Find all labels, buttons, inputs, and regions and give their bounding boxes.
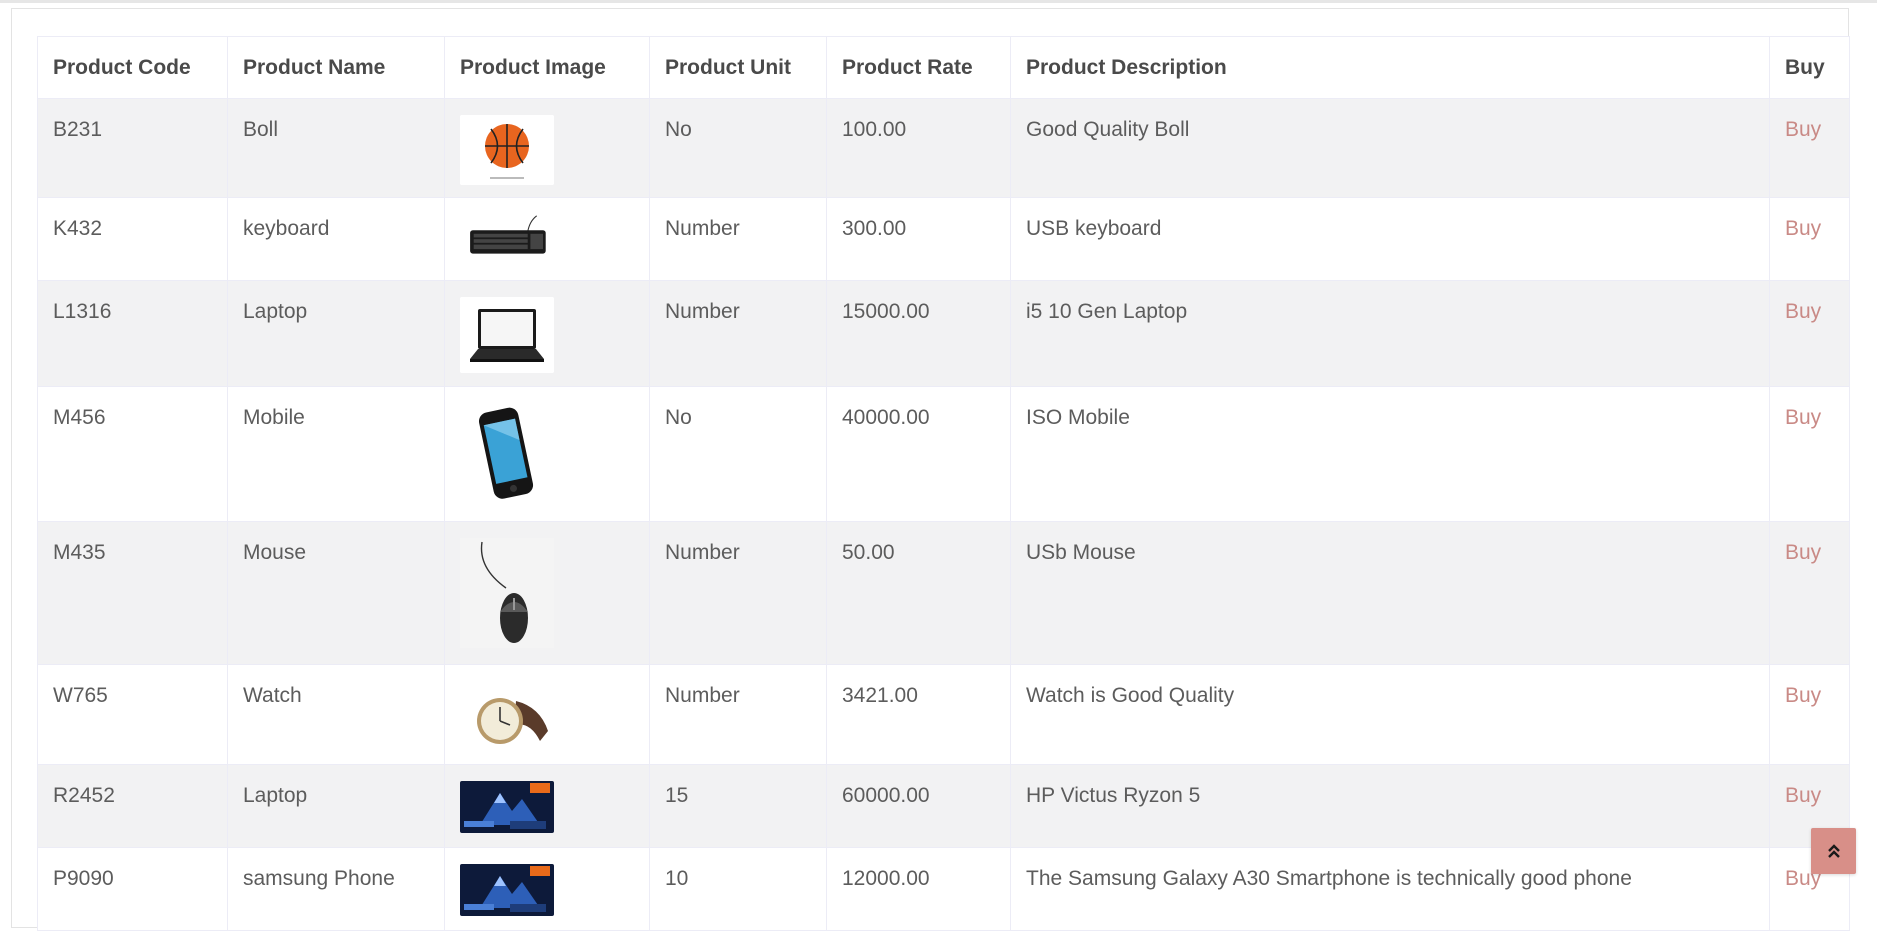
- buy-link[interactable]: Buy: [1785, 784, 1821, 807]
- basketball-image: [460, 115, 554, 185]
- cell-product-name: Laptop: [227, 280, 445, 387]
- smartphone-image: [460, 403, 554, 503]
- cell-product-name: Watch: [227, 664, 445, 765]
- buy-link[interactable]: Buy: [1785, 406, 1821, 429]
- cell-product-image: [444, 98, 650, 198]
- cell-product-name: samsung Phone: [227, 847, 445, 931]
- cell-product-code: K432: [37, 197, 228, 281]
- header-product-rate: Product Rate: [826, 36, 1011, 99]
- cell-buy: Buy: [1769, 280, 1850, 387]
- cell-product-name: keyboard: [227, 197, 445, 281]
- cell-product-unit: Number: [649, 664, 827, 765]
- cell-buy: Buy: [1769, 98, 1850, 198]
- cell-product-rate: 100.00: [826, 98, 1011, 198]
- header-product-name: Product Name: [227, 36, 445, 99]
- cell-buy: Buy: [1769, 521, 1850, 665]
- cell-product-code: M435: [37, 521, 228, 665]
- header-product-code: Product Code: [37, 36, 228, 99]
- cell-product-rate: 40000.00: [826, 386, 1011, 522]
- computer-mouse-image: [460, 538, 554, 648]
- table-row: B231 Boll No 100.00 Good Quality Boll Bu…: [37, 98, 1850, 198]
- cell-product-rate: 3421.00: [826, 664, 1011, 765]
- cell-product-description: ISO Mobile: [1010, 386, 1770, 522]
- table-row: L1316 Laptop Number 15000.00 i5 10 Gen L…: [37, 280, 1850, 387]
- cell-product-unit: Number: [649, 197, 827, 281]
- table-row: P9090 samsung Phone 10 12000.00 The Sams…: [37, 847, 1850, 931]
- cell-product-image: [444, 197, 650, 281]
- table-row: M456 Mobile No 40000.00 ISO Mobile Buy: [37, 386, 1850, 522]
- table-row: R2452 Laptop 15 60000.00 HP Victus Ryzon…: [37, 764, 1850, 848]
- cell-product-unit: Number: [649, 521, 827, 665]
- cell-product-image: [444, 280, 650, 387]
- laptop-box-image: [460, 864, 554, 916]
- table-row: K432 keyboard Number 300.00 USB keyboard…: [37, 197, 1850, 281]
- keyboard-image: [460, 214, 554, 259]
- cell-product-code: P9090: [37, 847, 228, 931]
- cell-product-code: W765: [37, 664, 228, 765]
- cell-product-description: Good Quality Boll: [1010, 98, 1770, 198]
- cell-product-rate: 60000.00: [826, 764, 1011, 848]
- cell-product-unit: 15: [649, 764, 827, 848]
- scroll-to-top-button[interactable]: [1811, 828, 1856, 874]
- buy-link[interactable]: Buy: [1785, 217, 1821, 240]
- header-buy: Buy: [1769, 36, 1850, 99]
- cell-product-description: i5 10 Gen Laptop: [1010, 280, 1770, 387]
- wristwatch-image: [460, 681, 554, 755]
- cell-product-name: Boll: [227, 98, 445, 198]
- cell-product-image: [444, 521, 650, 665]
- cell-product-image: [444, 386, 650, 522]
- cell-product-rate: 300.00: [826, 197, 1011, 281]
- cell-product-code: L1316: [37, 280, 228, 387]
- cell-product-image: [444, 847, 650, 931]
- cell-product-description: HP Victus Ryzon 5: [1010, 764, 1770, 848]
- cell-buy: Buy: [1769, 386, 1850, 522]
- cell-product-name: Mobile: [227, 386, 445, 522]
- header-product-image: Product Image: [444, 36, 650, 99]
- table-header-row: Product Code Product Name Product Image …: [37, 36, 1850, 99]
- cell-product-name: Mouse: [227, 521, 445, 665]
- cell-product-description: USb Mouse: [1010, 521, 1770, 665]
- cell-product-rate: 15000.00: [826, 280, 1011, 387]
- cell-product-name: Laptop: [227, 764, 445, 848]
- double-chevron-up-icon: [1827, 844, 1840, 858]
- header-product-unit: Product Unit: [649, 36, 827, 99]
- cell-buy: Buy: [1769, 197, 1850, 281]
- cell-product-rate: 12000.00: [826, 847, 1011, 931]
- cell-product-description: Watch is Good Quality: [1010, 664, 1770, 765]
- laptop-box-image: [460, 781, 554, 833]
- cell-product-description: The Samsung Galaxy A30 Smartphone is tec…: [1010, 847, 1770, 931]
- cell-product-image: [444, 764, 650, 848]
- cell-product-unit: No: [649, 98, 827, 198]
- cell-product-rate: 50.00: [826, 521, 1011, 665]
- cell-product-unit: 10: [649, 847, 827, 931]
- cell-product-unit: No: [649, 386, 827, 522]
- header-product-description: Product Description: [1010, 36, 1770, 99]
- cell-product-description: USB keyboard: [1010, 197, 1770, 281]
- laptop-image: [460, 297, 554, 373]
- table-row: W765 Watch Number 3421.00 Watch is Good …: [37, 664, 1850, 765]
- cell-buy: Buy: [1769, 664, 1850, 765]
- product-table: Product Code Product Name Product Image …: [37, 36, 1850, 931]
- cell-product-image: [444, 664, 650, 765]
- cell-product-unit: Number: [649, 280, 827, 387]
- cell-product-code: B231: [37, 98, 228, 198]
- buy-link[interactable]: Buy: [1785, 300, 1821, 323]
- buy-link[interactable]: Buy: [1785, 684, 1821, 707]
- top-border: [0, 0, 1877, 3]
- cell-product-code: R2452: [37, 764, 228, 848]
- table-row: M435 Mouse Number 50.00 USb Mouse Buy: [37, 521, 1850, 665]
- buy-link[interactable]: Buy: [1785, 541, 1821, 564]
- buy-link[interactable]: Buy: [1785, 118, 1821, 141]
- cell-product-code: M456: [37, 386, 228, 522]
